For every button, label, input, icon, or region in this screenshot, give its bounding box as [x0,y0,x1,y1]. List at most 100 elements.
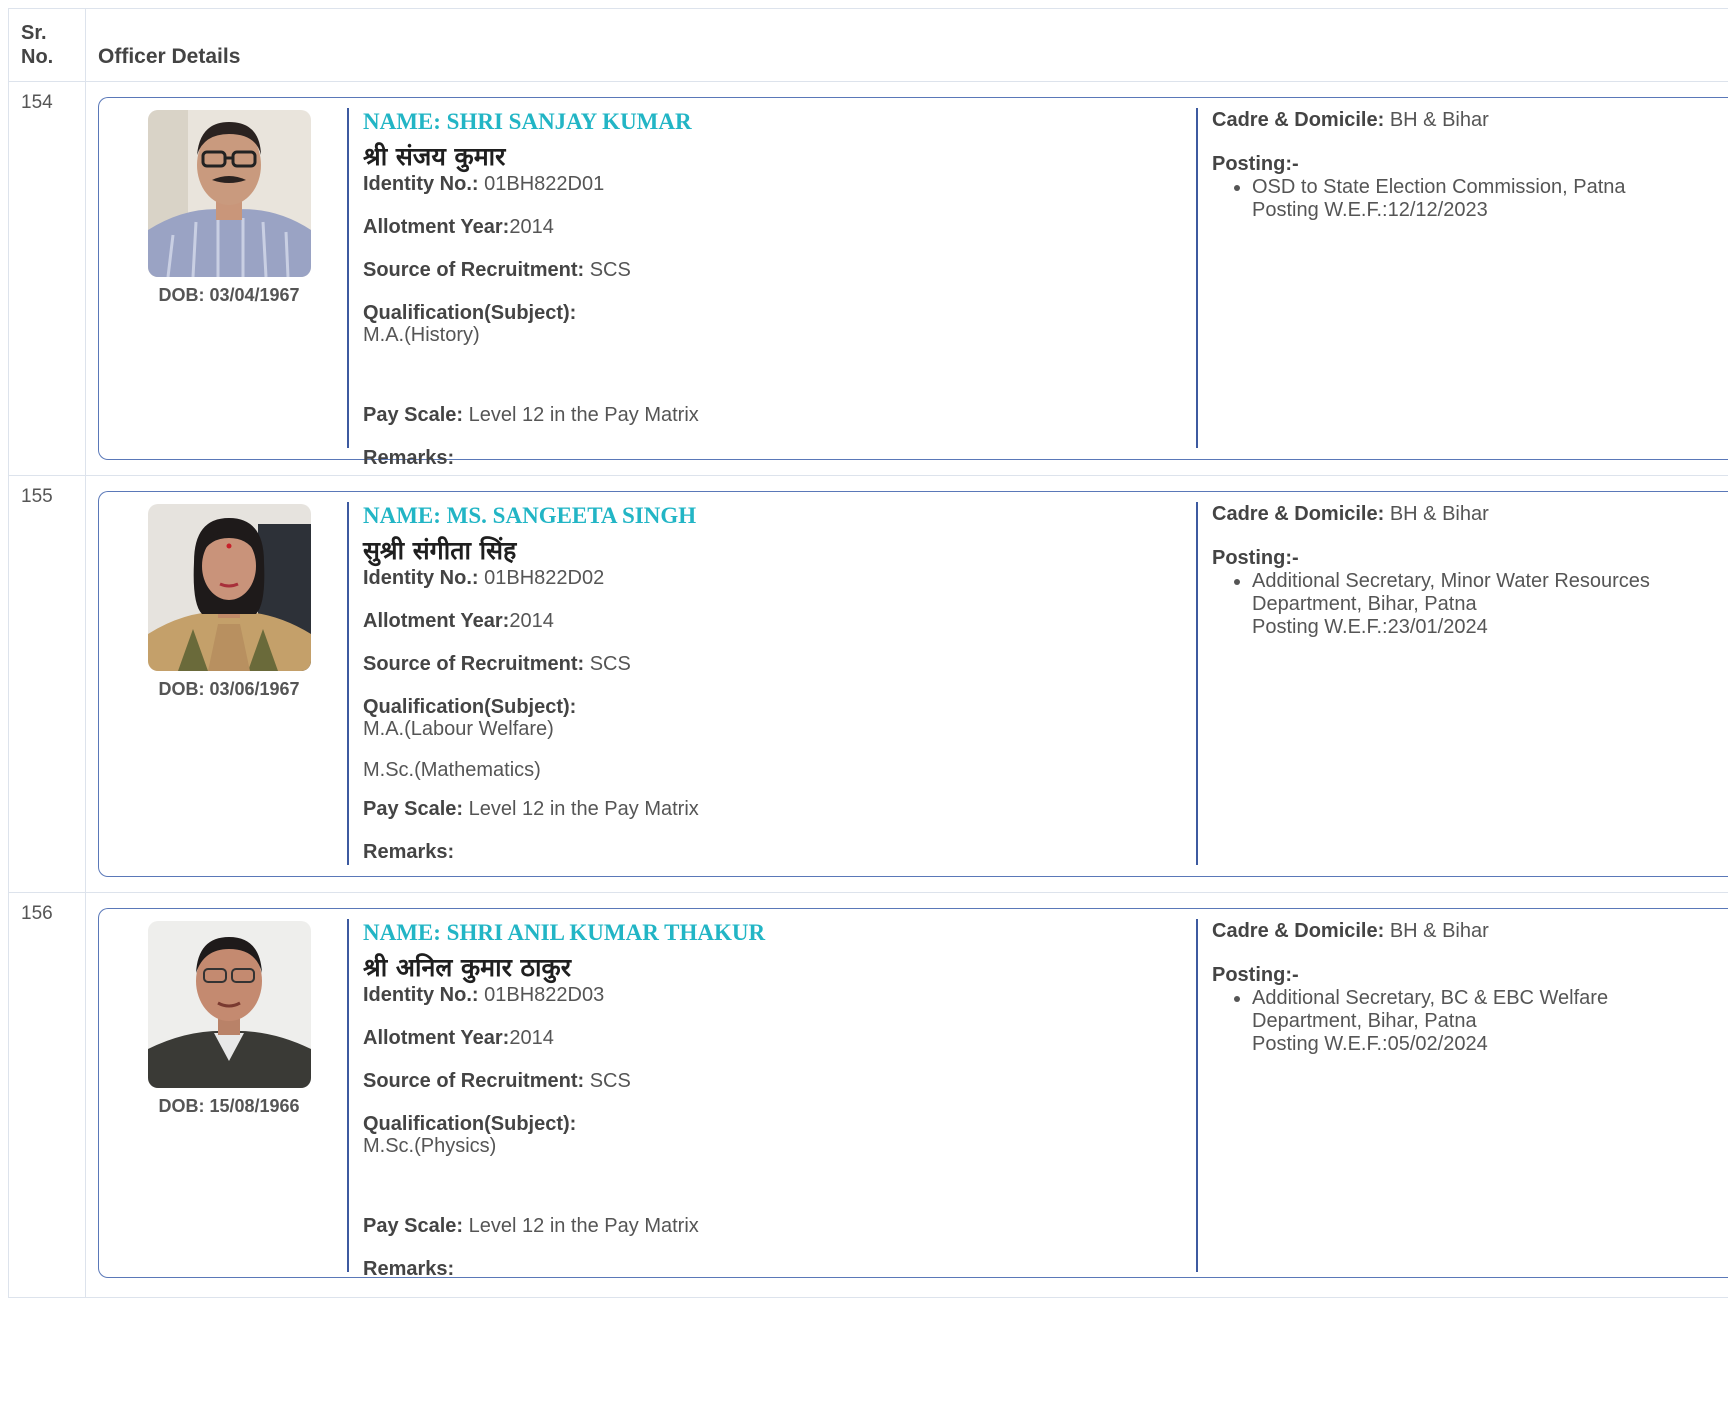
officer-name: NAME: SHRI SANJAY KUMAR [363,109,692,134]
posting-label: Posting:- [1212,547,1299,569]
posting-label: Posting:- [1212,964,1299,986]
posting-list: Additional Secretary, BC & EBC Welfare D… [1212,987,1728,1056]
posting-item: Additional Secretary, Minor Water Resour… [1252,570,1728,639]
source-label: Source of Recruitment: [363,653,585,675]
allotment-year: 2014 [509,1027,554,1049]
officer-details-cell: DOB: 03/06/1967 NAME: MS. SANGEETA SINGH… [86,476,1728,892]
officer-name-hindi: सुश्री संगीता सिंह [363,536,517,565]
source-label: Source of Recruitment: [363,1070,585,1092]
posting-item: Additional Secretary, BC & EBC Welfare D… [1252,987,1728,1056]
source-of-recruitment: SCS [589,1070,631,1092]
allotment-label: Allotment Year: [363,216,510,238]
officer-card: DOB: 03/04/1967 NAME: SHRI SANJAY KUMAR … [98,97,1728,469]
posting-wef: Posting W.E.F.:23/01/2024 [1252,616,1488,638]
pay-scale: Level 12 in the Pay Matrix [468,404,699,426]
sr-number: 154 [9,82,86,475]
cadre-domicile: BH & Bihar [1389,109,1489,131]
officer-table: Sr. No. Officer Details 154 DOB: 03/04/1… [8,8,1728,1298]
table-row: 154 DOB: 03/04/1967 NAME: SHRI SANJAY KU… [8,81,1728,475]
posting-info: Cadre & Domicile: BH & Bihar Posting:- A… [1212,502,1728,639]
identity-label: Identity No.: [363,984,479,1006]
cadre-domicile: BH & Bihar [1389,920,1489,942]
allotment-year: 2014 [509,610,554,632]
officer-details-cell: DOB: 03/04/1967 NAME: SHRI SANJAY KUMAR … [86,82,1728,475]
cadre-domicile: BH & Bihar [1389,503,1489,525]
officer-card: DOB: 15/08/1966 NAME: SHRI ANIL KUMAR TH… [98,908,1728,1281]
table-header-row: Sr. No. Officer Details [8,8,1728,81]
dob: DOB: 03/06/1967 [158,679,300,699]
cadre-label: Cadre & Domicile: [1212,109,1385,131]
qualification-label: Qualification(Subject): [363,302,577,324]
table-row: 155 DOB: 03/06/1967 NAME: MS. SANGEETA S… [8,475,1728,892]
posting-line: Department, Bihar, Patna [1252,1010,1477,1032]
header-sr-line1: Sr. [21,22,47,44]
officer-info: NAME: SHRI SANJAY KUMAR श्री संजय कुमार … [363,108,1163,470]
posting-line: OSD to State Election Commission, Patna [1252,176,1626,198]
posting-wef: Posting W.E.F.:05/02/2024 [1252,1033,1488,1055]
officer-photo [148,110,311,277]
qualification-1: M.A.(History) [363,324,480,346]
posting-list: Additional Secretary, Minor Water Resour… [1212,570,1728,639]
qualification-2 [363,1175,1163,1195]
cadre-label: Cadre & Domicile: [1212,920,1385,942]
allotment-label: Allotment Year: [363,1027,510,1049]
qualification-2 [363,364,1163,384]
officer-name: NAME: MS. SANGEETA SINGH [363,503,697,528]
remarks-label: Remarks: [363,447,455,469]
qualification-label: Qualification(Subject): [363,1113,577,1135]
cadre-label: Cadre & Domicile: [1212,503,1385,525]
posting-item: OSD to State Election Commission, Patna … [1252,176,1728,222]
identity-no: 01BH822D03 [484,984,605,1006]
posting-line: Department, Bihar, Patna [1252,593,1477,615]
pay-scale: Level 12 in the Pay Matrix [468,798,699,820]
header-sr-no: Sr. No. [9,9,86,81]
identity-no: 01BH822D01 [484,173,605,195]
officer-name-hindi: श्री संजय कुमार [363,142,506,171]
officer-card: DOB: 03/06/1967 NAME: MS. SANGEETA SINGH… [98,491,1728,877]
officer-details-cell: DOB: 15/08/1966 NAME: SHRI ANIL KUMAR TH… [86,893,1728,1297]
header-sr-line2: No. [21,46,54,68]
allotment-year: 2014 [509,216,554,238]
remarks-label: Remarks: [363,841,455,863]
remarks-label: Remarks: [363,1258,455,1280]
divider [347,502,349,865]
qualification-1: M.A.(Labour Welfare) [363,718,554,740]
officer-info: NAME: MS. SANGEETA SINGH सुश्री संगीता स… [363,502,1163,864]
sr-number: 155 [9,476,86,892]
posting-line: Additional Secretary, Minor Water Resour… [1252,570,1650,592]
pay-scale: Level 12 in the Pay Matrix [468,1215,699,1237]
sr-number: 156 [9,893,86,1297]
qualification-2: M.Sc.(Mathematics) [363,759,541,781]
table-row: 156 DOB: 15/08/1966 NAME: SHRI ANIL KUMA… [8,892,1728,1298]
identity-label: Identity No.: [363,567,479,589]
posting-label: Posting:- [1212,153,1299,175]
posting-list: OSD to State Election Commission, Patna … [1212,176,1728,222]
header-officer-details: Officer Details [98,45,241,68]
source-label: Source of Recruitment: [363,259,585,281]
officer-info: NAME: SHRI ANIL KUMAR THAKUR श्री अनिल क… [363,919,1163,1281]
divider [1196,502,1198,865]
officer-photo [148,504,311,671]
qualification-1: M.Sc.(Physics) [363,1135,497,1157]
dob: DOB: 15/08/1966 [158,1096,300,1116]
divider [347,108,349,448]
identity-no: 01BH822D02 [484,567,605,589]
qualification-label: Qualification(Subject): [363,696,577,718]
dob: DOB: 03/04/1967 [158,285,300,305]
officer-name: NAME: SHRI ANIL KUMAR THAKUR [363,920,766,945]
officer-photo [148,921,311,1088]
posting-wef: Posting W.E.F.:12/12/2023 [1252,199,1488,221]
posting-info: Cadre & Domicile: BH & Bihar Posting:- A… [1212,919,1728,1056]
posting-info: Cadre & Domicile: BH & Bihar Posting:- O… [1212,108,1728,222]
divider [1196,108,1198,448]
allotment-label: Allotment Year: [363,610,510,632]
source-of-recruitment: SCS [589,259,631,281]
officer-name-hindi: श्री अनिल कुमार ठाकुर [363,953,571,982]
pay-scale-label: Pay Scale: [363,404,464,426]
identity-label: Identity No.: [363,173,479,195]
divider [1196,919,1198,1272]
pay-scale-label: Pay Scale: [363,798,464,820]
posting-line: Additional Secretary, BC & EBC Welfare [1252,987,1609,1009]
source-of-recruitment: SCS [589,653,631,675]
divider [347,919,349,1272]
